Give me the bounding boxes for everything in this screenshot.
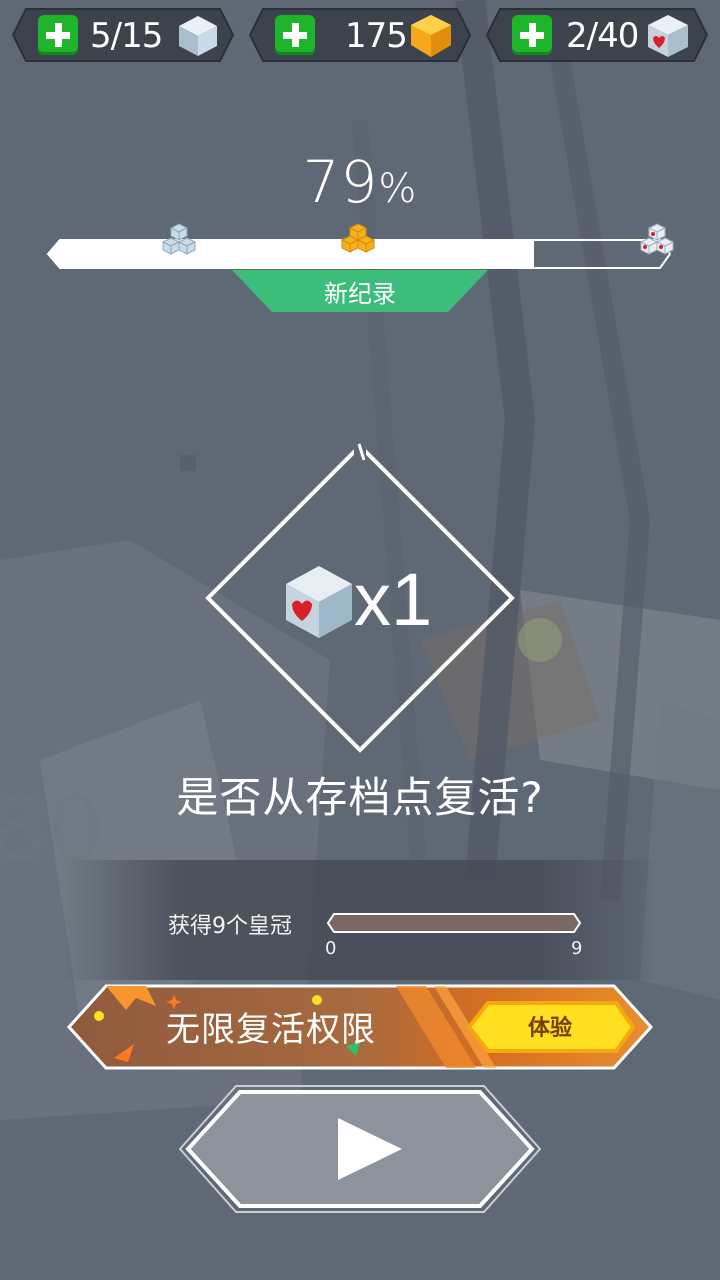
add-revive-button[interactable] [512,15,552,55]
progress-unit: % [378,166,418,212]
crown-progress-min: 0 [325,938,337,959]
add-gems-button[interactable] [275,15,315,55]
progress-fill [48,240,534,268]
revive-count: x1 [354,558,433,641]
gold-gem-milestone-icon [340,223,376,253]
new-record-label: 新纪录 [324,280,396,308]
heart-cube-icon [648,15,688,57]
gems-counter: 175 [249,8,471,62]
revive-cubes-count: 2/40 [566,16,639,56]
crown-progress-bar [326,913,582,933]
try-button-label[interactable]: 体验 [500,1010,600,1042]
crown-progress-max: 9 [571,938,583,959]
gold-gem-icon [411,15,451,57]
lives-count: 5/15 [90,16,163,56]
unlimited-revive-label: 无限复活权限 [166,1010,376,1050]
heart-cube-icon [286,566,352,638]
ice-cube-icon [179,16,217,56]
revive-cubes-counter: 2/40 [486,8,708,62]
progress-value: 79 [302,148,379,216]
add-lives-button[interactable] [38,15,78,55]
ice-cube-milestone-icon [161,223,197,255]
lives-counter: 5/15 [12,8,234,62]
revive-question: 是否从存档点复活? [176,773,544,822]
gems-count: 175 [345,16,408,56]
progress-percent: 79% [0,148,720,216]
crown-goal-label: 获得9个皇冠 [168,914,292,939]
heart-cube-milestone-icon [639,223,675,255]
play-button[interactable] [176,1084,544,1214]
